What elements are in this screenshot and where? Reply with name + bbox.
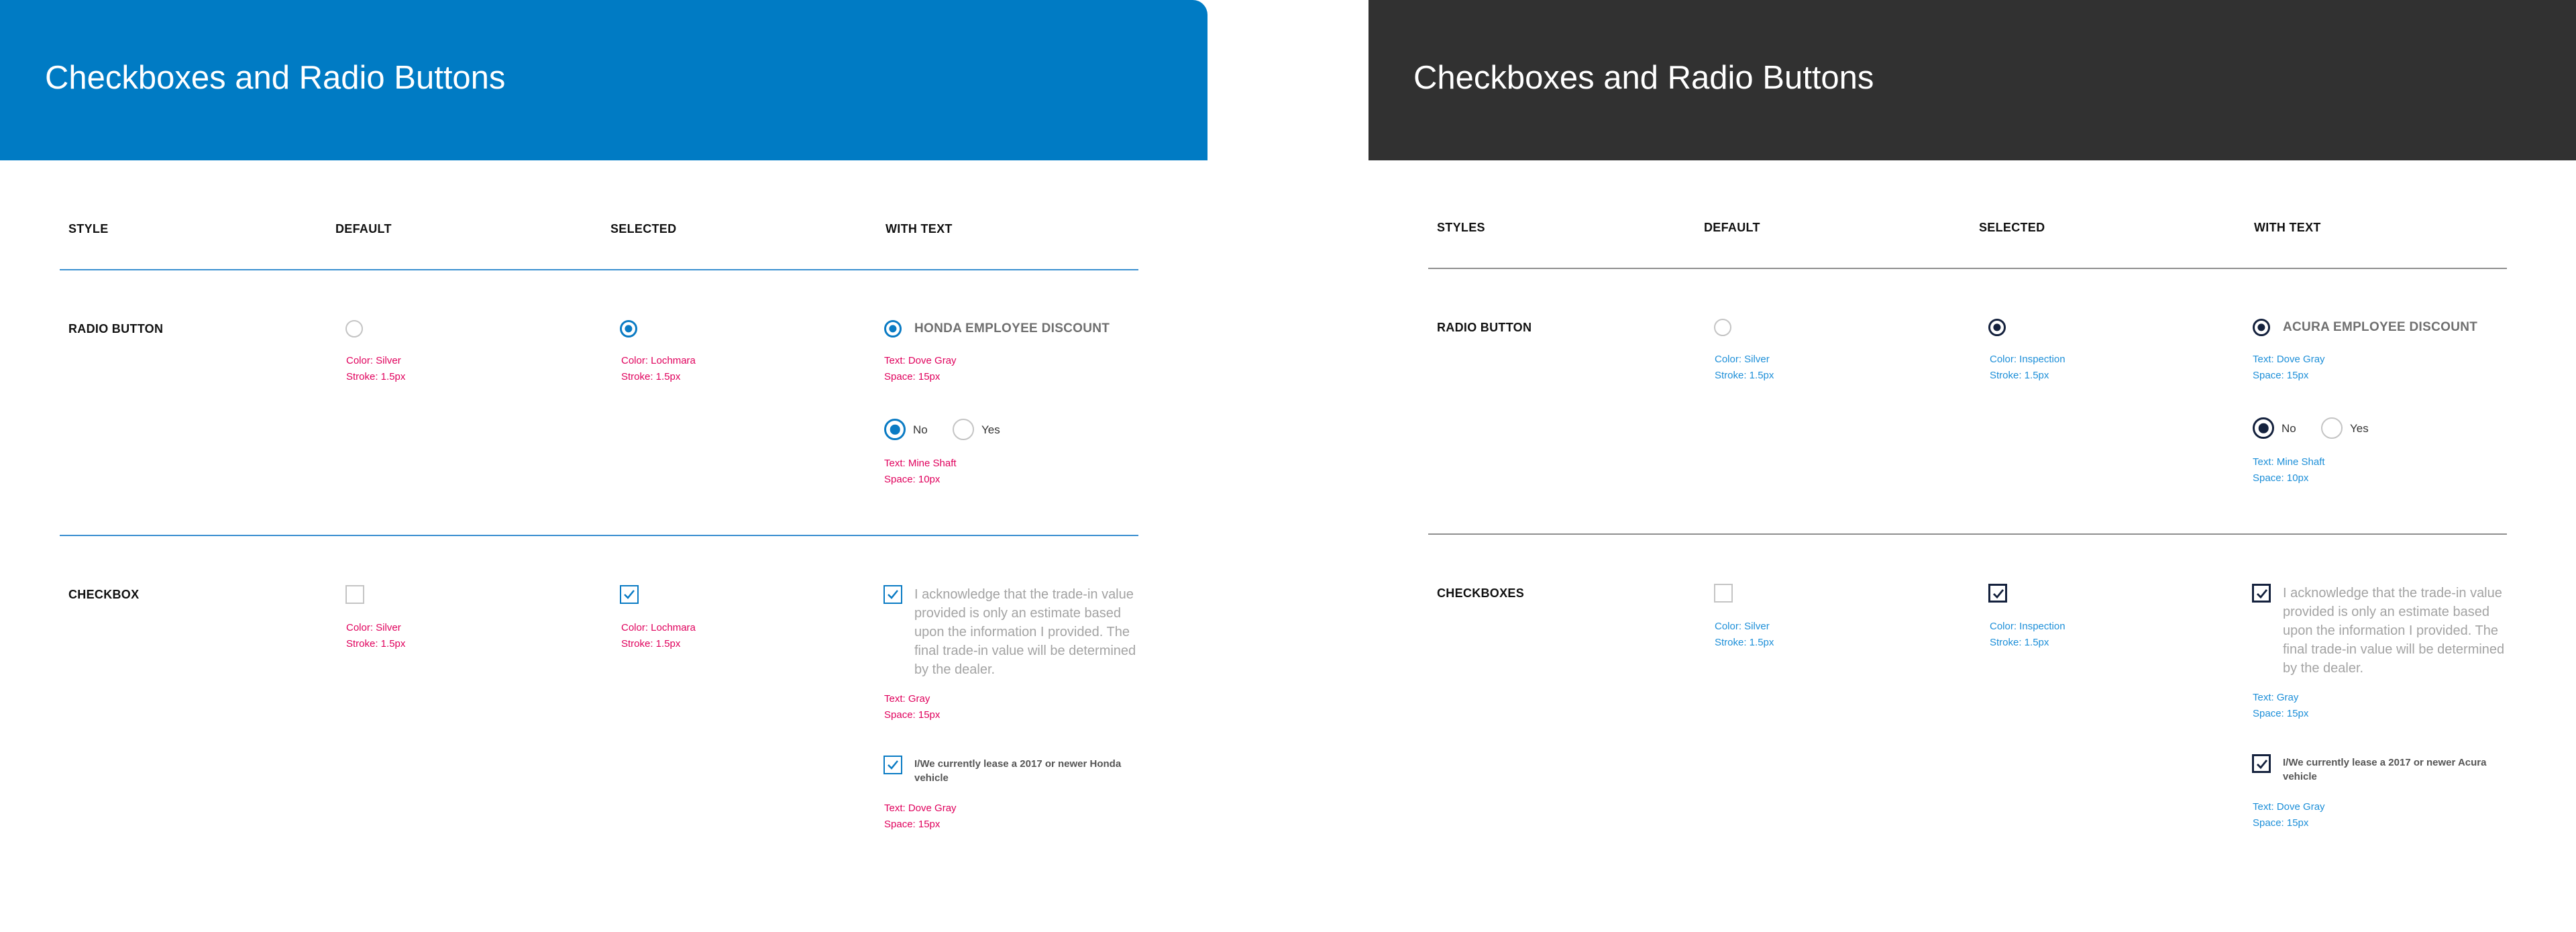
radio-default[interactable] — [345, 320, 363, 338]
column-header-with-text: WITH TEXT — [2254, 221, 2321, 234]
checkbox-selected[interactable] — [620, 585, 639, 604]
column-header-style: STYLES — [1437, 221, 1485, 234]
row-label-radio-button: RADIO BUTTON — [1437, 321, 1532, 334]
column-header-style: STYLE — [68, 222, 109, 236]
header-divider — [1428, 268, 2507, 269]
radio-selected[interactable] — [620, 320, 637, 338]
row-label-checkbox: CHECKBOX — [68, 588, 140, 601]
spec-checkbox-acknowledge: Text: Gray Space: 15px — [884, 693, 941, 721]
header-divider — [60, 269, 1138, 270]
checkbox-acknowledge[interactable] — [883, 585, 902, 604]
radio-default[interactable] — [1714, 319, 1731, 336]
spec-checkbox-selected: Color: Inspection Stroke: 1.5px — [1990, 621, 2065, 648]
spec-checkbox-default: Color: Silver Stroke: 1.5px — [1715, 621, 1774, 648]
spec-checkbox-lease: Text: Dove Gray Space: 15px — [884, 802, 957, 830]
checkbox-lease[interactable] — [2252, 754, 2271, 773]
radio-yes-label: Yes — [981, 423, 1000, 436]
checkbox-default[interactable] — [1714, 584, 1733, 603]
acknowledge-text: I acknowledge that the trade-in value pr… — [2283, 586, 2505, 676]
spec-radio-default: Color: Silver Stroke: 1.5px — [346, 355, 406, 382]
radio-yes-label: Yes — [2350, 422, 2369, 435]
honda-panel: Checkboxes and Radio Buttons STYLE DEFAU… — [0, 0, 1208, 932]
spec-checkbox-selected: Color: Lochmara Stroke: 1.5px — [621, 622, 696, 650]
checkmark-icon — [624, 590, 635, 599]
spec-radio-options: Text: Mine Shaft Space: 10px — [2253, 456, 2325, 484]
radio-no[interactable] — [884, 419, 906, 440]
radio-no-label: No — [913, 423, 928, 436]
checkmark-icon — [2257, 760, 2268, 770]
checkbox-acknowledge[interactable] — [2252, 584, 2271, 603]
acknowledge-text: I acknowledge that the trade-in value pr… — [914, 587, 1136, 677]
checkbox-lease[interactable] — [883, 756, 902, 774]
column-header-with-text: WITH TEXT — [885, 222, 953, 236]
row-divider — [60, 535, 1138, 536]
page-title: Checkboxes and Radio Buttons — [1413, 60, 1874, 96]
checkmark-icon — [1993, 589, 2004, 599]
spec-radio-with-text: Text: Dove Gray Space: 15px — [2253, 354, 2325, 381]
checkmark-icon — [888, 590, 898, 599]
spec-radio-selected: Color: Inspection Stroke: 1.5px — [1990, 354, 2065, 381]
honda-header: Checkboxes and Radio Buttons — [0, 0, 1208, 160]
radio-employee-discount-label: HONDA EMPLOYEE DISCOUNT — [914, 321, 1110, 335]
column-header-default: DEFAULT — [1704, 221, 1760, 234]
radio-employee-discount[interactable] — [884, 320, 902, 338]
row-divider — [1428, 533, 2507, 535]
spec-checkbox-lease: Text: Dove Gray Space: 15px — [2253, 801, 2325, 829]
checkbox-default[interactable] — [345, 585, 364, 604]
row-label-checkboxes: CHECKBOXES — [1437, 586, 1525, 600]
spec-radio-selected: Color: Lochmara Stroke: 1.5px — [621, 355, 696, 382]
row-label-radio-button: RADIO BUTTON — [68, 322, 164, 335]
radio-selected[interactable] — [1988, 319, 2006, 336]
spec-checkbox-default: Color: Silver Stroke: 1.5px — [346, 622, 406, 650]
column-header-default: DEFAULT — [335, 222, 392, 236]
radio-yes[interactable] — [953, 419, 974, 440]
spec-radio-with-text: Text: Dove Gray Space: 15px — [884, 355, 957, 382]
radio-no[interactable] — [2253, 417, 2274, 439]
column-header-selected: SELECTED — [610, 222, 677, 236]
spec-checkbox-acknowledge: Text: Gray Space: 15px — [2253, 692, 2309, 719]
page-title: Checkboxes and Radio Buttons — [45, 60, 506, 96]
radio-employee-discount[interactable] — [2253, 319, 2270, 336]
acura-header: Checkboxes and Radio Buttons — [1368, 0, 2576, 160]
lease-text: I/We currently lease a 2017 or newer Hon… — [914, 758, 1122, 784]
checkmark-icon — [888, 760, 898, 770]
radio-yes[interactable] — [2321, 417, 2343, 439]
acura-panel: Checkboxes and Radio Buttons STYLES DEFA… — [1368, 0, 2576, 932]
radio-employee-discount-label: ACURA EMPLOYEE DISCOUNT — [2283, 320, 2478, 334]
column-header-selected: SELECTED — [1979, 221, 2045, 234]
lease-text: I/We currently lease a 2017 or newer Acu… — [2283, 757, 2487, 782]
checkbox-selected[interactable] — [1988, 584, 2007, 603]
spec-radio-default: Color: Silver Stroke: 1.5px — [1715, 354, 1774, 381]
radio-no-label: No — [2282, 422, 2296, 435]
checkmark-icon — [2257, 589, 2268, 599]
spec-radio-options: Text: Mine Shaft Space: 10px — [884, 458, 957, 485]
